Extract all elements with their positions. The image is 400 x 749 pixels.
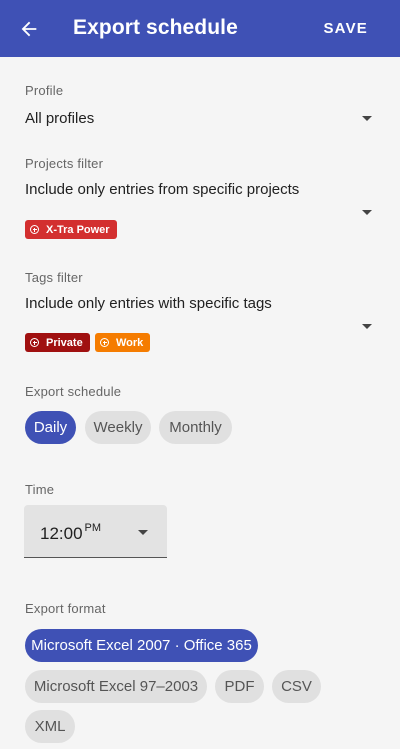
tag-label: Work: [116, 336, 144, 349]
add-circle-icon: [30, 225, 39, 234]
time-text: 12:00: [40, 524, 83, 543]
format-chip-excel-2007[interactable]: Microsoft Excel 2007 · Office 365: [25, 629, 258, 662]
time-ampm: PM: [84, 522, 102, 534]
arrow-back-icon: [21, 21, 37, 37]
profile-dropdown-arrow-icon[interactable]: [362, 116, 372, 121]
save-button[interactable]: SAVE: [323, 20, 368, 37]
page-title: Export schedule: [73, 16, 238, 39]
format-chip-pdf[interactable]: PDF: [215, 670, 264, 703]
schedule-chip-daily[interactable]: Daily: [25, 411, 76, 444]
tag-work[interactable]: Work: [95, 333, 151, 352]
projects-filter-dropdown[interactable]: Include only entries from specific proje…: [25, 181, 299, 198]
project-tag-label: X-Tra Power: [46, 223, 110, 236]
schedule-chip-weekly[interactable]: Weekly: [85, 411, 151, 444]
profile-label: Profile: [25, 83, 64, 98]
back-button[interactable]: [14, 14, 44, 44]
tag-private[interactable]: Private: [25, 333, 90, 352]
format-label: Export format: [25, 601, 106, 616]
time-label: Time: [25, 482, 55, 497]
project-tag-xtra-power[interactable]: X-Tra Power: [25, 220, 117, 239]
tags-filter-dropdown[interactable]: Include only entries with specific tags: [25, 295, 272, 312]
schedule-chip-monthly[interactable]: Monthly: [159, 411, 232, 444]
profile-dropdown[interactable]: All profiles: [25, 110, 375, 130]
schedule-label: Export schedule: [25, 384, 122, 399]
tags-filter-dropdown-arrow-icon[interactable]: [362, 324, 372, 329]
format-chip-xml[interactable]: XML: [25, 710, 75, 743]
format-chip-csv[interactable]: CSV: [272, 670, 321, 703]
time-picker[interactable]: 12:00 PM: [24, 505, 167, 558]
tag-label: Private: [46, 336, 83, 349]
add-circle-icon: [100, 338, 109, 347]
time-dropdown-arrow-icon: [138, 530, 148, 535]
tags-filter-label: Tags filter: [25, 270, 83, 285]
time-value: 12:00 PM: [40, 522, 102, 544]
app-bar: Export schedule SAVE: [0, 0, 400, 57]
format-chip-excel-97[interactable]: Microsoft Excel 97–2003: [25, 670, 207, 703]
projects-filter-label: Projects filter: [25, 156, 104, 171]
add-circle-icon: [30, 338, 39, 347]
projects-filter-dropdown-arrow-icon[interactable]: [362, 210, 372, 215]
